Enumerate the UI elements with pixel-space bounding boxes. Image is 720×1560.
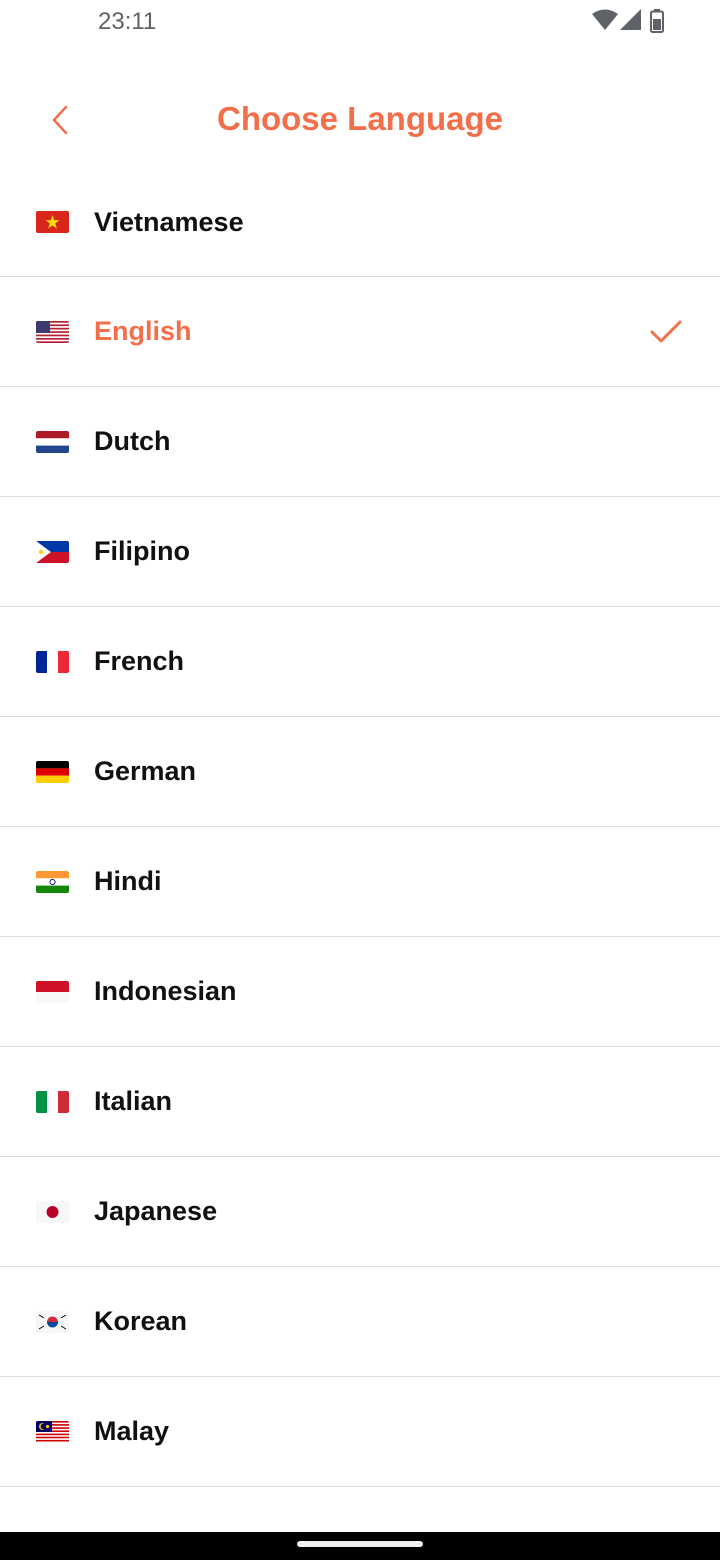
language-label: Malay <box>94 1416 170 1446</box>
kr-flag-icon <box>36 1310 69 1333</box>
battery-icon <box>650 9 664 33</box>
language-item-indonesian[interactable]: Indonesian <box>0 937 720 1047</box>
language-item-korean[interactable]: Korean <box>0 1267 720 1377</box>
language-label: Italian <box>94 1086 173 1116</box>
it-flag-icon <box>36 1090 69 1113</box>
id-flag-icon <box>36 980 69 1003</box>
status-bar: 23:11 <box>0 0 720 48</box>
home-handle[interactable] <box>297 1541 423 1547</box>
language-label: Japanese <box>94 1196 218 1226</box>
wifi-icon <box>592 9 618 30</box>
app-header: Choose Language <box>0 72 720 172</box>
language-item-italian[interactable]: Italian <box>0 1047 720 1157</box>
language-item-dutch[interactable]: Dutch <box>0 387 720 497</box>
language-label: French <box>94 646 185 676</box>
language-item-vietnamese[interactable]: Vietnamese <box>0 168 720 277</box>
de-flag-icon <box>36 760 69 783</box>
language-item-malay[interactable]: Malay <box>0 1377 720 1487</box>
language-item-french[interactable]: French <box>0 607 720 717</box>
fr-flag-icon <box>36 650 69 673</box>
ph-flag-icon <box>36 540 69 563</box>
my-flag-icon <box>36 1420 69 1443</box>
language-list: Vietnamese English Dutch Filipino French… <box>0 168 720 1487</box>
language-item-english[interactable]: English <box>0 277 720 387</box>
language-label: Dutch <box>94 426 171 456</box>
language-label: Korean <box>94 1306 188 1336</box>
language-label: Filipino <box>94 536 190 566</box>
language-label: Vietnamese <box>94 206 244 237</box>
language-label: Hindi <box>94 866 162 896</box>
checkmark-icon <box>650 320 682 342</box>
language-label: Indonesian <box>94 976 237 1006</box>
language-item-japanese[interactable]: Japanese <box>0 1157 720 1267</box>
nl-flag-icon <box>36 430 69 453</box>
in-flag-icon <box>36 870 69 893</box>
status-time: 23:11 <box>98 8 157 35</box>
language-item-german[interactable]: German <box>0 717 720 827</box>
jp-flag-icon <box>36 1200 69 1223</box>
language-label: German <box>94 756 197 786</box>
language-label: English <box>94 316 192 346</box>
language-item-filipino[interactable]: Filipino <box>0 497 720 607</box>
signal-icon <box>620 9 641 30</box>
language-item-hindi[interactable]: Hindi <box>0 827 720 937</box>
vn-flag-icon <box>36 211 69 233</box>
page-title: Choose Language <box>216 100 504 137</box>
navigation-bar <box>0 1532 720 1560</box>
us-flag-icon <box>36 320 69 343</box>
status-icons <box>586 9 676 35</box>
